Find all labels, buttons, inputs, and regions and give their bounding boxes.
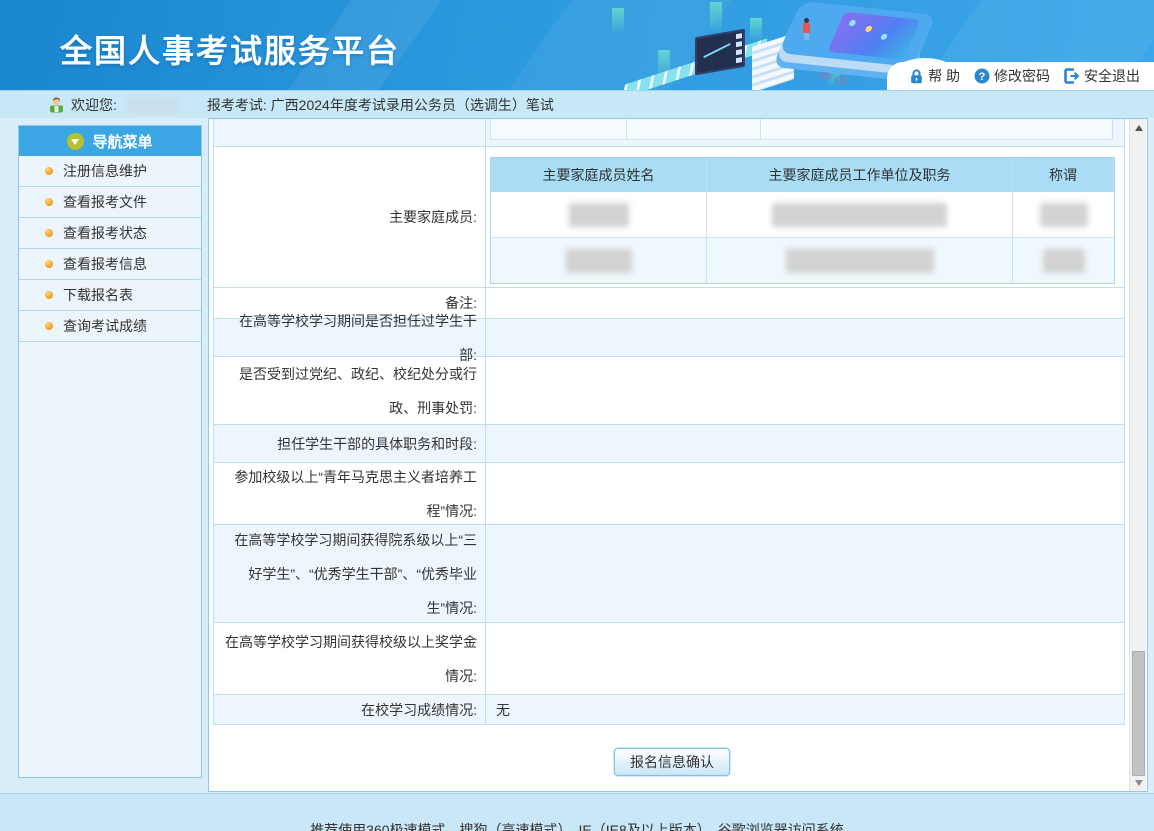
change-password-link[interactable]: ? 修改密码 [974, 66, 1050, 86]
form-row-value: 无 [486, 695, 1124, 724]
form-row-value [486, 119, 1124, 146]
sidebar-item-exam-documents[interactable]: 查看报考文件 [19, 187, 201, 218]
footer: 推荐使用360极速模式、搜狗（高速模式）、IE（IE8及以上版本）、谷歌浏览器访… [0, 793, 1154, 831]
exam-name: 广西2024年度考试录用公务员（选调生）笔试 [271, 97, 554, 113]
sidebar-item-download-form[interactable]: 下载报名表 [19, 280, 201, 311]
form-row-label: 是否受到过党纪、政纪、校纪处分或行政、刑事处罚: [214, 357, 486, 424]
scrollbar-thumb[interactable] [1132, 651, 1145, 776]
illustration-person [802, 18, 810, 40]
welcome-label: 欢迎您: [71, 95, 117, 115]
form-row-value [486, 623, 1124, 694]
header: 全国人事考试服务平台 帮 助 ? 修改密码 [0, 0, 1154, 90]
scroll-up-arrow[interactable] [1130, 119, 1147, 136]
sidebar-item-exam-info[interactable]: 查看报考信息 [19, 249, 201, 280]
sidebar-title: 导航菜单 [92, 131, 152, 152]
family-table-header: 主要家庭成员姓名 主要家庭成员工作单位及职务 称谓 [491, 158, 1114, 192]
form-row-value [486, 319, 1124, 356]
illustration-chain-link [834, 76, 848, 84]
member-relation-redacted [1013, 192, 1114, 238]
exam-label: 报考考试: [207, 97, 267, 113]
member-name-redacted [491, 238, 707, 283]
logout-label: 安全退出 [1084, 66, 1140, 86]
form-row-student-cadre: 在高等学校学习期间是否担任过学生干部: [214, 319, 1124, 357]
form-row-label: 主要家庭成员: [214, 147, 486, 287]
form-row-value: 主要家庭成员姓名 主要家庭成员工作单位及职务 称谓 [486, 147, 1124, 287]
sidebar-item-exam-scores[interactable]: 查询考试成绩 [19, 311, 201, 342]
form-row-clipped [214, 119, 1124, 147]
form-row-label: 在高等学校学习期间获得校级以上奖学金情况: [214, 623, 486, 694]
illustration-pillar [750, 18, 762, 42]
browser-recommendation: 推荐使用360极速模式、搜狗（高速模式）、IE（IE8及以上版本）、谷歌浏览器访… [0, 820, 1154, 831]
registration-form-table: 主要家庭成员: 主要家庭成员姓名 主要家庭成员工作单位及职务 称谓 [213, 119, 1125, 725]
column-header-relation: 称谓 [1013, 158, 1114, 192]
clipped-inner-table [490, 119, 1113, 140]
family-members-table: 主要家庭成员姓名 主要家庭成员工作单位及职务 称谓 [490, 157, 1115, 284]
academic-record-value: 无 [496, 700, 510, 720]
user-avatar-icon [48, 96, 65, 113]
header-toolbar: 帮 助 ? 修改密码 安全退出 [887, 62, 1154, 90]
sidebar-item-registration-info[interactable]: 注册信息维护 [19, 156, 201, 187]
confirm-registration-button[interactable]: 报名信息确认 [614, 748, 730, 776]
logout-link[interactable]: 安全退出 [1064, 66, 1140, 86]
form-row-value [486, 357, 1124, 424]
chevron-down-icon [67, 133, 84, 150]
form-row-scholarship: 在高等学校学习期间获得校级以上奖学金情况: [214, 623, 1124, 695]
form-row-family: 主要家庭成员: 主要家庭成员姓名 主要家庭成员工作单位及职务 称谓 [214, 147, 1124, 288]
member-name-redacted [491, 192, 707, 238]
lock-icon [909, 69, 924, 84]
family-table-row [491, 238, 1114, 283]
form-row-academic-record: 在校学习成绩情况: 无 [214, 695, 1124, 725]
sidebar-item-exam-status[interactable]: 查看报考状态 [19, 218, 201, 249]
illustration-monitor [695, 29, 745, 76]
logout-icon [1064, 68, 1080, 84]
illustration-pillar [710, 2, 722, 34]
form-row-label: 在校学习成绩情况: [214, 695, 486, 724]
form-row-label: 在高等学校学习期间获得院系级以上“三好学生”、“优秀学生干部”、“优秀毕业生”情… [214, 525, 486, 622]
form-row-marxism-program: 参加校级以上“青年马克思主义者培养工程”情况: [214, 463, 1124, 525]
column-header-workplace: 主要家庭成员工作单位及职务 [707, 158, 1013, 192]
form-row-honors: 在高等学校学习期间获得院系级以上“三好学生”、“优秀学生干部”、“优秀毕业生”情… [214, 525, 1124, 623]
column-header-name: 主要家庭成员姓名 [491, 158, 707, 192]
vertical-scrollbar[interactable] [1129, 119, 1146, 791]
illustration-dashboard [827, 12, 921, 60]
sidebar-nav-header[interactable]: 导航菜单 [19, 126, 201, 156]
main-panel: 主要家庭成员: 主要家庭成员姓名 主要家庭成员工作单位及职务 称谓 [208, 118, 1148, 792]
sidebar-menu: 注册信息维护 查看报考文件 查看报考状态 查看报考信息 下载报名表 查询考试成绩 [19, 156, 201, 342]
help-link[interactable]: 帮 助 [909, 66, 960, 86]
illustration-pillar [612, 8, 624, 34]
member-relation-redacted [1013, 238, 1114, 283]
family-table-row [491, 192, 1114, 238]
member-workplace-redacted [707, 238, 1013, 283]
illustration-chain-link [818, 72, 832, 80]
question-icon: ? [974, 68, 990, 84]
username-redacted [127, 97, 179, 113]
welcome-bar: 欢迎您: 报考考试: 广西2024年度考试录用公务员（选调生）笔试 [0, 90, 1154, 118]
scroll-down-arrow[interactable] [1130, 774, 1147, 791]
exam-info: 报考考试: 广西2024年度考试录用公务员（选调生）笔试 [207, 95, 554, 115]
sidebar: 导航菜单 注册信息维护 查看报考文件 查看报考状态 查看报考信息 下载报名表 查… [18, 125, 202, 778]
form-row-value [486, 463, 1124, 524]
page: 全国人事考试服务平台 帮 助 ? 修改密码 [0, 0, 1154, 831]
form-row-value [486, 525, 1124, 622]
form-row-label [214, 119, 486, 146]
svg-text:?: ? [979, 71, 986, 83]
help-label: 帮 助 [928, 66, 960, 86]
form-row-discipline: 是否受到过党纪、政纪、校纪处分或行政、刑事处罚: [214, 357, 1124, 425]
page-body: 导航菜单 注册信息维护 查看报考文件 查看报考状态 查看报考信息 下载报名表 查… [0, 118, 1154, 793]
page-title: 全国人事考试服务平台 [60, 26, 400, 72]
member-workplace-redacted [707, 192, 1013, 238]
form-row-value [486, 288, 1124, 318]
form-row-label: 参加校级以上“青年马克思主义者培养工程”情况: [214, 463, 486, 524]
form-row-label: 在高等学校学习期间是否担任过学生干部: [214, 319, 486, 356]
form-row-value [486, 425, 1124, 462]
change-password-label: 修改密码 [994, 66, 1050, 86]
form-row-cadre-position: 担任学生干部的具体职务和时段: [214, 425, 1124, 463]
form-row-label: 担任学生干部的具体职务和时段: [214, 425, 486, 462]
